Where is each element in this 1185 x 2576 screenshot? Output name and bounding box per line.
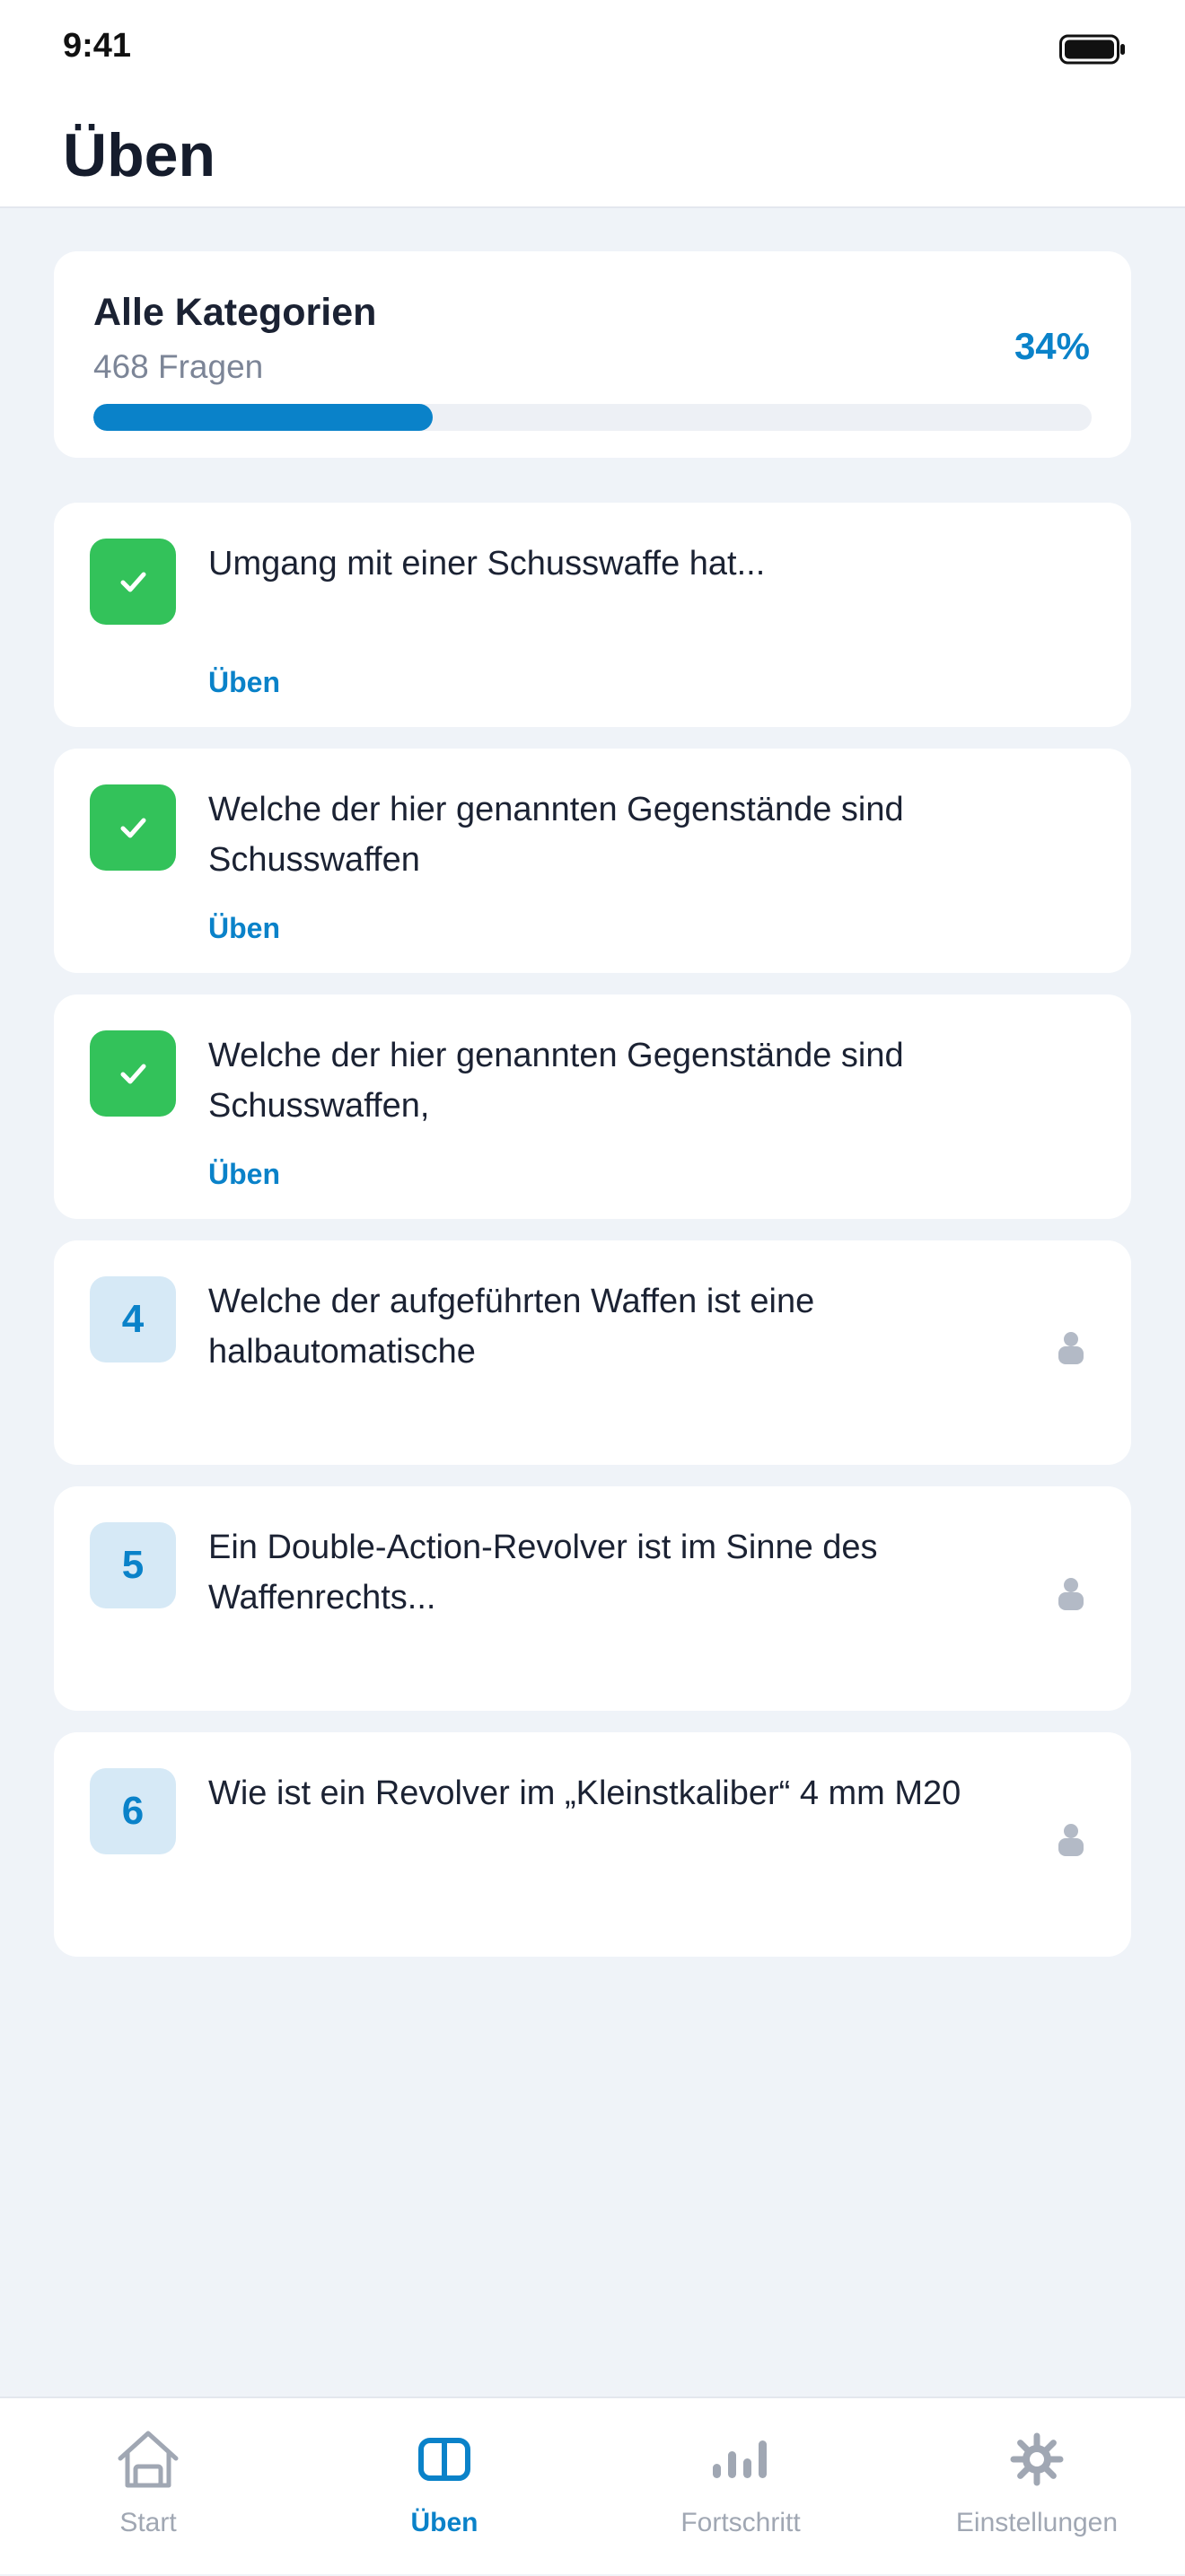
tab-ueben[interactable]: Üben [296, 2398, 592, 2576]
question-card-locked[interactable]: 4 Welche der aufgeführten Waffen ist ein… [54, 1240, 1131, 1465]
completed-badge [90, 1030, 176, 1117]
tab-label: Start [119, 2508, 177, 2537]
status-bar: 9:41 [0, 0, 1185, 90]
question-number-badge: 5 [90, 1522, 176, 1608]
bar-chart-icon [592, 2423, 889, 2495]
progress-bar-fill [93, 404, 434, 431]
question-text: Welche der hier genannten Gegenstände si… [208, 791, 904, 879]
battery-icon [1059, 34, 1126, 69]
home-icon [0, 2423, 296, 2495]
check-icon [120, 1064, 146, 1084]
lock-icon [1058, 1822, 1084, 1861]
question-card[interactable]: Welche der hier genannten Gegenstände si… [54, 994, 1131, 1219]
completed-badge [90, 784, 176, 871]
question-card[interactable]: Umgang mit einer Schusswaffe hat... Üben [54, 503, 1131, 727]
tab-label: Üben [410, 2508, 478, 2537]
page-header: Üben [0, 90, 1185, 208]
book-icon [296, 2423, 592, 2495]
tab-start[interactable]: Start [0, 2398, 296, 2576]
tab-label: Einstellungen [955, 2508, 1119, 2537]
page-title: Üben [63, 121, 215, 189]
tab-bar: Start Üben Fortschritt Einstellungen [0, 2396, 1185, 2574]
question-number-badge: 6 [90, 1768, 176, 1854]
practice-link[interactable]: Üben [208, 912, 280, 945]
question-card-locked[interactable]: 5 Ein Double-Action-Revolver ist im Sinn… [54, 1486, 1131, 1711]
question-card-locked[interactable]: 6 Wie ist ein Revolver im „Kleinstkalibe… [54, 1732, 1131, 1957]
completed-badge [90, 539, 176, 625]
question-text: Welche der aufgeführten Waffen ist eine … [208, 1283, 815, 1371]
question-text: Umgang mit einer Schusswaffe hat... [208, 545, 766, 583]
question-count: 468 Fragen [93, 348, 264, 385]
gear-icon [889, 2423, 1185, 2495]
progress-percent: 34% [1014, 325, 1090, 367]
question-card[interactable]: Welche der hier genannten Gegenstände si… [54, 749, 1131, 973]
progress-bar [93, 404, 1092, 431]
lock-icon [1058, 1330, 1084, 1369]
status-time: 9:41 [63, 27, 132, 65]
question-text: Welche der hier genannten Gegenstände si… [208, 1037, 904, 1125]
check-icon [120, 572, 146, 592]
category-summary-card[interactable]: Alle Kategorien 468 Fragen 34% [54, 251, 1131, 458]
summary-title: Alle Kategorien [93, 291, 377, 334]
lock-icon [1058, 1576, 1084, 1615]
check-icon [120, 818, 146, 838]
question-text: Ein Double-Action-Revolver ist im Sinne … [208, 1529, 878, 1617]
tab-label: Fortschritt [680, 2508, 801, 2537]
practice-link[interactable]: Üben [208, 666, 280, 699]
tab-einstellungen[interactable]: Einstellungen [889, 2398, 1185, 2576]
question-number-badge: 4 [90, 1276, 176, 1362]
practice-link[interactable]: Üben [208, 1158, 280, 1191]
question-text: Wie ist ein Revolver im „Kleinstkaliber“… [208, 1774, 961, 1812]
tab-fortschritt[interactable]: Fortschritt [592, 2398, 889, 2576]
